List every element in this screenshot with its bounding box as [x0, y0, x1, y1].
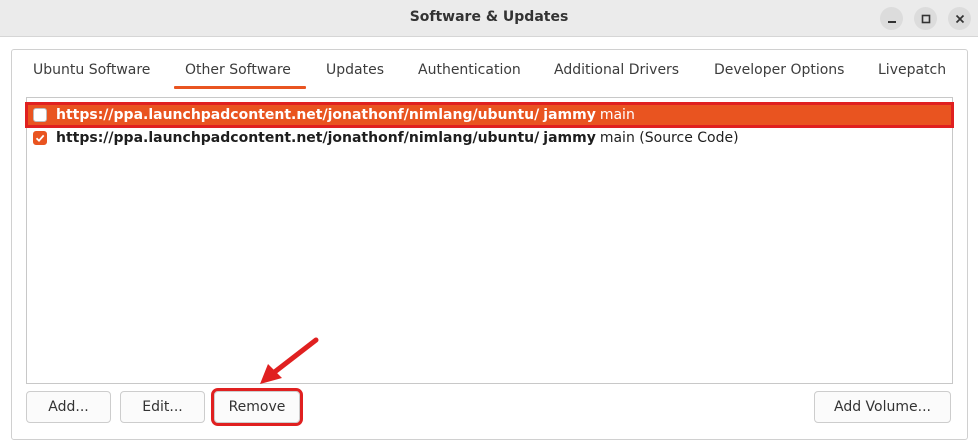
checkmark-icon: [35, 134, 45, 143]
tab-bar: Ubuntu Software Other Software Updates A…: [12, 50, 967, 90]
add-button[interactable]: Add...: [26, 391, 111, 423]
active-tab-indicator: [174, 86, 306, 89]
source-component: main (Source Code): [599, 130, 739, 146]
tab-livepatch[interactable]: Livepatch: [878, 62, 946, 78]
tab-additional-drivers[interactable]: Additional Drivers: [554, 62, 679, 78]
minimize-icon: [887, 20, 896, 23]
remove-button[interactable]: Remove: [211, 388, 303, 426]
source-checkbox-checked[interactable]: [33, 131, 47, 145]
source-component: main: [599, 107, 635, 123]
source-row-selected[interactable]: https://ppa.launchpadcontent.net/jonatho…: [25, 102, 954, 128]
close-icon: [955, 14, 964, 23]
tab-updates[interactable]: Updates: [326, 62, 384, 78]
tab-ubuntu-software[interactable]: Ubuntu Software: [33, 62, 150, 78]
edit-button[interactable]: Edit...: [120, 391, 205, 423]
annotation-arrow-icon: [260, 337, 319, 384]
close-button[interactable]: [948, 7, 971, 30]
source-url: https://ppa.launchpadcontent.net/jonatho…: [56, 130, 540, 146]
maximize-icon: [921, 14, 930, 23]
source-url: https://ppa.launchpadcontent.net/jonatho…: [56, 107, 540, 123]
source-checkbox-unchecked[interactable]: [33, 108, 47, 122]
source-suite: jammy: [543, 107, 596, 123]
source-suite: jammy: [543, 130, 596, 146]
notebook: Ubuntu Software Other Software Updates A…: [11, 49, 968, 440]
add-volume-button[interactable]: Add Volume...: [814, 391, 951, 423]
title-bar: Software & Updates: [0, 0, 978, 37]
minimize-button[interactable]: [880, 7, 903, 30]
tab-authentication[interactable]: Authentication: [418, 62, 521, 78]
source-row[interactable]: https://ppa.launchpadcontent.net/jonatho…: [27, 127, 952, 149]
tab-other-software[interactable]: Other Software: [185, 62, 291, 78]
tab-developer-options[interactable]: Developer Options: [714, 62, 844, 78]
window-title: Software & Updates: [409, 9, 569, 25]
sources-list[interactable]: https://ppa.launchpadcontent.net/jonatho…: [25, 97, 954, 384]
maximize-button[interactable]: [914, 7, 937, 30]
